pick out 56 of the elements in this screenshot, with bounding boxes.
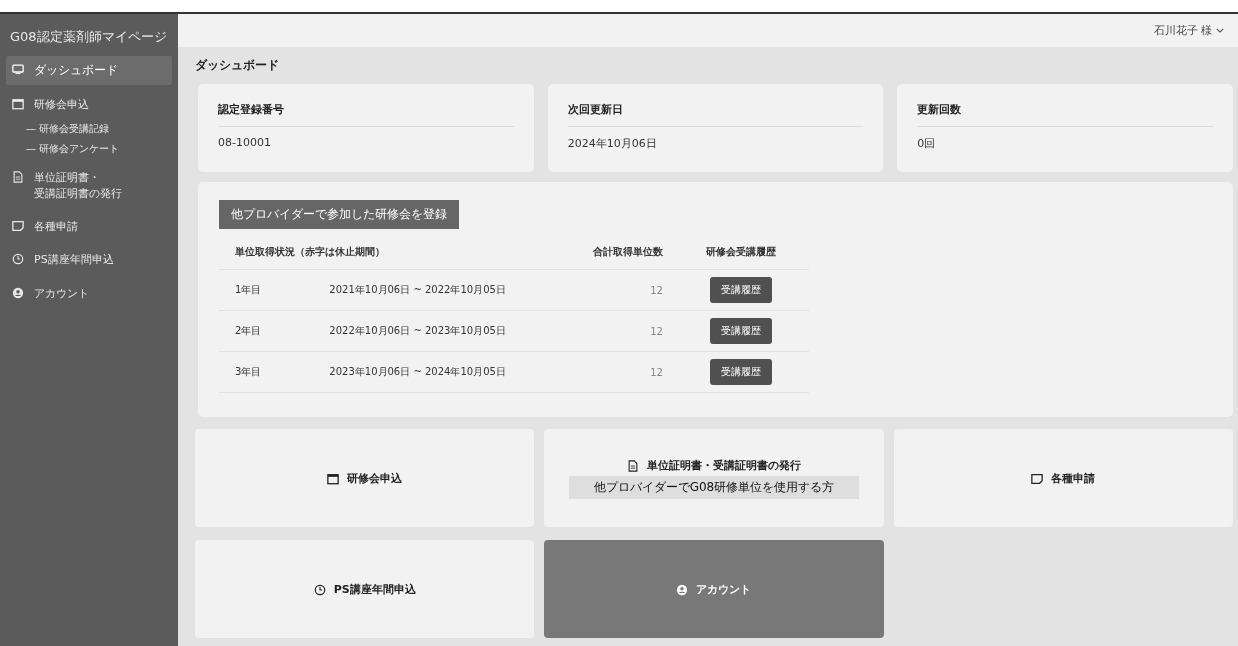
tile-label: アカウント — [696, 581, 752, 597]
card-value: 0回 — [917, 136, 937, 151]
column-header: 単位取得状況（赤字は休止期間） — [235, 245, 386, 259]
caret-icon — [1216, 28, 1224, 33]
page-title: ダッシュボード — [195, 57, 280, 74]
sidebar-item[interactable]: 各種申請 — [6, 212, 172, 241]
table-cell-text: 3年目 — [235, 365, 263, 379]
table-cell-text: 1年目 — [235, 283, 263, 297]
tile-note: 他プロバイダーでG08研修単位を使用する方 — [569, 475, 859, 499]
table-cell-text: 12 — [649, 284, 663, 296]
menu-tile[interactable]: アカウント — [544, 540, 884, 638]
sidebar-item[interactable]: アカウント — [6, 279, 172, 308]
person-icon — [676, 583, 689, 596]
sidebar-item[interactable]: 単位証明書・ 受講証明書の発行 — [6, 164, 172, 207]
column-header: 合計取得単位数 — [591, 245, 663, 259]
calendar-icon — [12, 97, 24, 110]
user-menu[interactable]: 石川花子 様 — [1153, 23, 1224, 38]
clock-icon — [313, 583, 326, 596]
document-icon — [627, 459, 639, 472]
card-label: 次回更新日 — [567, 102, 864, 127]
sidebar-item[interactable]: ダッシュボード — [6, 56, 172, 85]
table-cell-text: 2022年10月06日 ~ 2023年10月05日 — [329, 324, 507, 338]
note-icon — [1031, 472, 1044, 485]
person-icon — [12, 286, 24, 299]
table-cell-text: 2021年10月06日 ~ 2022年10月05日 — [329, 283, 507, 297]
table-cell-text: 12 — [649, 366, 663, 378]
card-value: 08-10001 — [218, 135, 272, 149]
menu-tile[interactable]: 単位証明書・受講証明書の発行 他プロバイダーでG08研修単位を使用する方 — [544, 429, 884, 527]
menu-tile[interactable]: 研修会申込 — [195, 429, 535, 527]
menu-tile[interactable]: PS講座年間申込 — [195, 540, 535, 638]
sidebar-item[interactable]: PS講座年間申込 — [6, 246, 172, 274]
column-header: 研修会受講履歴 — [704, 245, 777, 259]
card-label: 認定登録番号 — [218, 102, 514, 127]
history-button[interactable]: 受講履歴 — [709, 359, 772, 385]
monitor-icon — [12, 63, 24, 75]
history-button[interactable]: 受講履歴 — [709, 318, 772, 344]
sidebar-subitem[interactable]: — 研修会アンケート — [6, 142, 172, 165]
card-label: 更新回数 — [917, 102, 1213, 127]
tile-label: 研修会申込 — [347, 470, 403, 486]
tile-label: 各種申請 — [1051, 470, 1096, 486]
clock-icon — [12, 253, 24, 266]
note-icon — [12, 219, 24, 232]
register-button[interactable]: 他プロバイダーで参加した研修会を登録 — [219, 200, 459, 229]
calendar-icon — [327, 472, 340, 485]
document-icon — [12, 171, 24, 184]
app-title: G08認定薬剤師マイページ — [9, 28, 168, 46]
card-value: 2024年10月06日 — [567, 136, 658, 151]
table-cell-text: 2年目 — [235, 324, 263, 338]
table-cell-text: 12 — [649, 325, 663, 337]
sidebar-item[interactable]: 研修会申込 — [6, 90, 172, 119]
menu-tile[interactable]: 各種申請 — [893, 429, 1233, 527]
tile-label: PS講座年間申込 — [333, 581, 416, 597]
sidebar-subitem[interactable]: — 研修会受講記録 — [6, 122, 172, 145]
table-cell-text: 2023年10月06日 ~ 2024年10月05日 — [329, 365, 507, 379]
tile-label: 単位証明書・受講証明書の発行 — [647, 457, 801, 473]
history-button[interactable]: 受講履歴 — [709, 277, 772, 303]
